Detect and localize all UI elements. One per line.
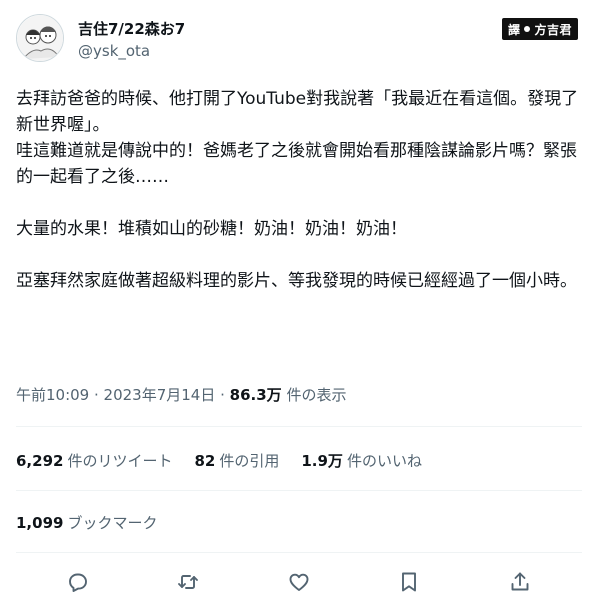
translator-watermark: 譯 方吉君 <box>501 18 578 40</box>
divider <box>16 426 582 427</box>
tweet-time[interactable]: 午前10:09 <box>16 386 89 404</box>
meta-separator: · <box>215 386 230 404</box>
engagement-stats: 6,292 件のリツイート 82 件の引用 1.9万 件のいいね <box>16 450 422 471</box>
display-name[interactable]: 吉住7/22森お7 <box>78 18 185 39</box>
quotes-label: 件の引用 <box>219 452 280 470</box>
tweet-date[interactable]: 2023年7月14日 <box>104 386 216 404</box>
reply-icon <box>69 573 87 592</box>
tweet-line: 哇這難道就是傳說中的！爸媽老了之後就會開始看那種陰謀論影片嗎？緊張的一起看了之後… <box>16 141 577 187</box>
divider <box>16 552 582 553</box>
tweet-line: 大量的水果！堆積如山的砂糖！奶油！奶油！奶油！ <box>16 219 407 239</box>
meta-separator: · <box>89 386 104 404</box>
share-icon <box>511 572 529 591</box>
views-count: 86.3万 <box>229 386 282 404</box>
watermark-dot <box>524 26 531 32</box>
user-handle[interactable]: @ysk_ota <box>78 42 150 60</box>
watermark-left: 譯 <box>507 22 521 37</box>
avatar[interactable] <box>16 14 64 62</box>
like-button[interactable] <box>287 570 311 594</box>
bookmarks-count: 1,099 <box>16 514 64 532</box>
bookmark-icon <box>402 572 416 592</box>
tweet-line: 去拜訪爸爸的時候、他打開了YouTube對我說著「我最近在看這個。發現了新世界喔… <box>16 89 579 135</box>
bookmark-button[interactable] <box>397 570 421 594</box>
tweet-text: 去拜訪爸爸的時候、他打開了YouTube對我說著「我最近在看這個。發現了新世界喔… <box>16 86 582 294</box>
views-label: 件の表示 <box>286 386 347 404</box>
retweet-icon <box>178 575 198 589</box>
retweets-label: 件のリツイート <box>67 452 173 470</box>
likes-stat[interactable]: 1.9万 件のいいね <box>301 450 422 471</box>
watermark-right: 方吉君 <box>534 22 572 37</box>
quotes-count: 82 <box>194 452 216 470</box>
tweet-line: 亞塞拜然家庭做著超級料理的影片、等我發現的時候已經經過了一個小時。 <box>16 271 577 291</box>
tweet-header: 吉住7/22森お7 @ysk_ota 譯 方吉君 <box>16 12 582 68</box>
action-bar <box>0 562 598 602</box>
retweets-count: 6,292 <box>16 452 64 470</box>
bookmarks-label: ブックマーク <box>67 514 158 532</box>
likes-count: 1.9万 <box>301 452 343 470</box>
like-icon <box>289 573 309 591</box>
retweet-button[interactable] <box>176 570 200 594</box>
reply-button[interactable] <box>66 570 90 594</box>
bookmarks-stat[interactable]: 1,099 ブックマーク <box>16 512 157 533</box>
likes-label: 件のいいね <box>346 452 422 470</box>
retweets-stat[interactable]: 6,292 件のリツイート <box>16 450 172 471</box>
share-button[interactable] <box>508 570 532 594</box>
tweet-meta: 午前10:09 · 2023年7月14日 · 86.3万 件の表示 <box>16 384 346 405</box>
quotes-stat[interactable]: 82 件の引用 <box>194 450 279 471</box>
divider <box>16 490 582 491</box>
